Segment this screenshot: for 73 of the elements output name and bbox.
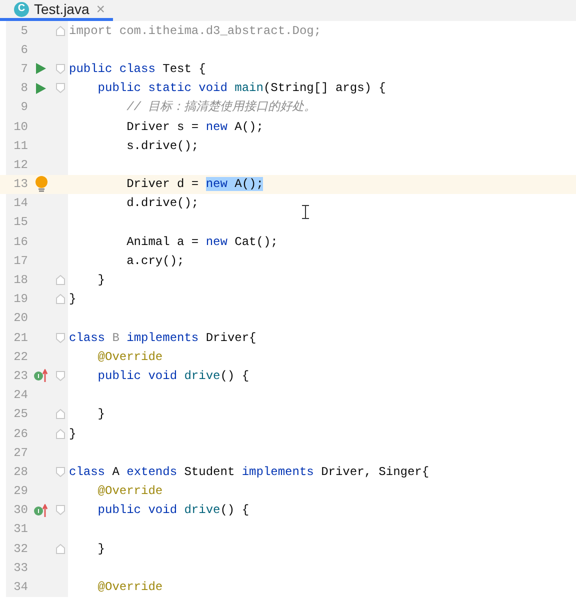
code-line: @Override [96, 579, 163, 596]
code-line: class A extends Student implements Driver, Singer{ [69, 464, 430, 480]
line-number: 29 [12, 483, 28, 500]
run-icon[interactable] [36, 63, 46, 74]
implements-method-icon[interactable] [34, 504, 48, 517]
line-number: 30 [12, 502, 28, 520]
line-number: 27 [12, 444, 28, 462]
line-number: 19 [12, 291, 28, 308]
code-line: public class Test { [69, 60, 206, 77]
line-number: 33 [12, 560, 28, 577]
fold-marker-icon[interactable] [56, 409, 64, 420]
line-number: 18 [12, 272, 28, 290]
run-icon[interactable] [36, 82, 46, 94]
code-line: Driver d = new A(); [126, 176, 264, 192]
line-number: 31 [12, 521, 28, 538]
line-number: 14 [12, 195, 28, 212]
code-line: } [69, 291, 76, 308]
line-number: 6 [20, 42, 28, 59]
code-line: public static void main(String[] args) { [96, 80, 386, 96]
code-line: @Override [96, 348, 163, 365]
code-line: Animal a = new Cat(); [126, 234, 278, 250]
code-line: } [96, 272, 106, 288]
code-line: import com.itheima.d3_abstract.Dog; [69, 22, 322, 39]
fold-marker-icon[interactable] [56, 83, 64, 94]
code-line: d.drive(); [126, 195, 199, 212]
line-number: 32 [12, 540, 28, 558]
line-number: 13 [12, 176, 28, 194]
line-number: 8 [20, 80, 28, 98]
fold-marker-icon[interactable] [56, 505, 64, 516]
line-number: 21 [12, 330, 28, 347]
line-number: 16 [12, 234, 28, 251]
editor-tab[interactable]: C Test.java × [0, 0, 114, 21]
fold-marker-icon[interactable] [56, 370, 64, 381]
fold-marker-icon[interactable] [56, 466, 64, 477]
code-line: } [96, 406, 106, 422]
code-line: a.cry(); [126, 252, 184, 269]
code-line: // 目标：搞清楚使用接口的好处。 [126, 99, 316, 116]
fold-marker-icon[interactable] [56, 26, 64, 36]
line-number: 34 [12, 579, 28, 596]
code-line: public void drive() { [96, 502, 250, 518]
code-line: class B implements Driver{ [69, 330, 256, 346]
line-number: 7 [20, 60, 28, 78]
fold-marker-icon[interactable] [56, 64, 64, 74]
line-number: 20 [12, 310, 28, 328]
line-number: 9 [20, 99, 28, 116]
line-number: 17 [12, 252, 28, 270]
line-number: 24 [12, 387, 28, 404]
line-number: 22 [12, 348, 28, 366]
code-line: public void drive() { [96, 368, 250, 384]
code-line: } [69, 426, 76, 442]
text-cursor-icon [302, 205, 309, 219]
line-number: 10 [12, 118, 28, 136]
fold-marker-icon[interactable] [56, 544, 64, 554]
code-line: @Override [96, 483, 163, 500]
fold-marker-icon[interactable] [56, 332, 64, 343]
line-number: 25 [12, 406, 28, 424]
fold-marker-icon[interactable] [56, 428, 64, 439]
class-file-icon: C [14, 2, 29, 16]
fold-marker-icon[interactable] [56, 275, 64, 286]
line-number: 15 [12, 214, 28, 232]
line-number: 26 [12, 426, 28, 443]
code-line: Driver s = new A(); [126, 118, 264, 135]
line-number: 5 [20, 22, 28, 40]
line-number: 23 [12, 368, 28, 385]
line-number: 12 [12, 156, 28, 174]
line-number: 11 [12, 138, 28, 155]
code-line: s.drive(); [126, 138, 199, 154]
lightbulb-icon[interactable] [34, 176, 48, 192]
implements-method-icon[interactable] [34, 369, 48, 382]
tab-title: Test.java [34, 2, 90, 16]
fold-marker-icon[interactable] [56, 294, 64, 304]
line-number: 28 [12, 464, 28, 481]
code-line: } [96, 540, 106, 557]
